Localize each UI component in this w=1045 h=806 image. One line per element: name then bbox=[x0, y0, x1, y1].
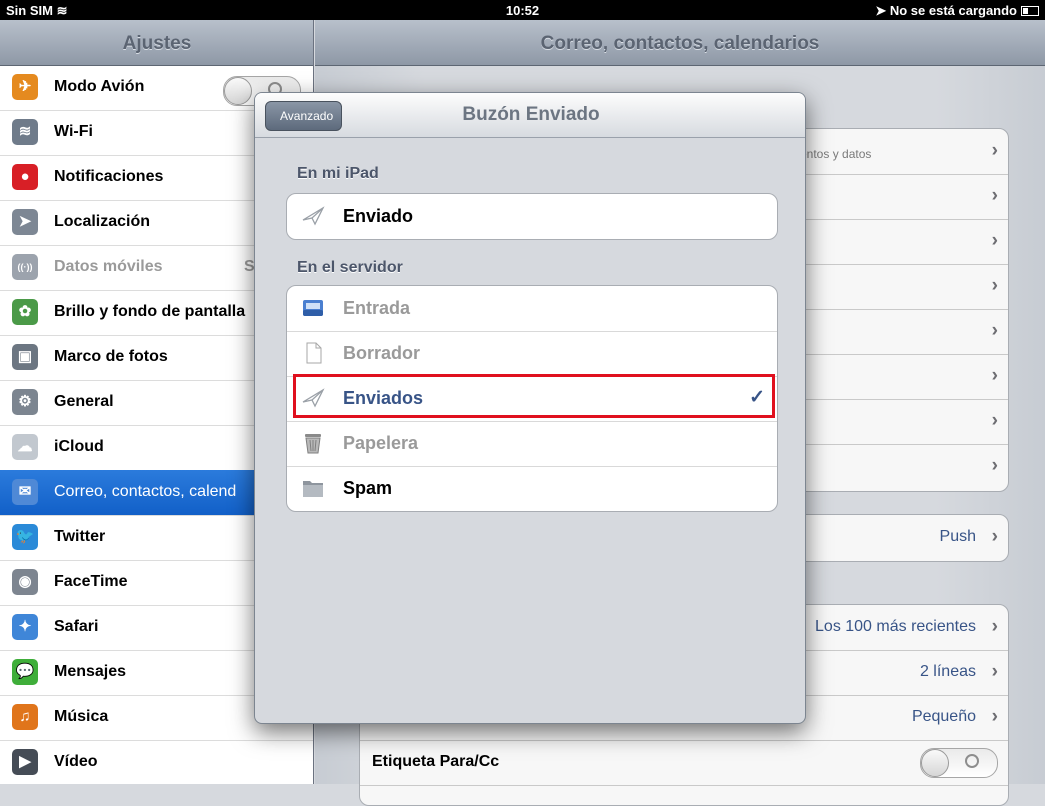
toggle-off-icon bbox=[965, 754, 979, 768]
mailbox-label: Entrada bbox=[343, 298, 411, 318]
mailbox-label: Papelera bbox=[343, 433, 419, 453]
section-header-server: En el servidor bbox=[297, 259, 403, 276]
status-bar: Sin SIM ≋ 10:52 ➤ No se está cargando bbox=[0, 0, 1045, 20]
chevron-right-icon: › bbox=[991, 526, 998, 547]
sidebar-navbar: Ajustes bbox=[0, 20, 313, 66]
sidebar-item-label: Datos móviles bbox=[54, 258, 163, 275]
wifi-icon: ≋ bbox=[12, 119, 38, 145]
show-value: Los 100 más recientes bbox=[815, 618, 976, 635]
mailbox-row-enviado[interactable]: Enviado bbox=[287, 194, 777, 239]
battery-icon bbox=[1021, 6, 1039, 16]
facetime-icon: ◉ bbox=[12, 569, 38, 595]
sidebar-item-label: Marco de fotos bbox=[54, 348, 168, 365]
fetch-value: Push bbox=[939, 528, 976, 545]
location-icon: ➤ bbox=[12, 209, 38, 235]
chevron-right-icon: › bbox=[991, 410, 998, 431]
charging-status: ➤ No se está cargando bbox=[875, 3, 1039, 19]
server-mailbox-group: Entrada Borrador Enviados ✓ Papelera Spam bbox=[286, 285, 778, 512]
section-header-local: En mi iPad bbox=[297, 165, 379, 182]
chevron-right-icon: › bbox=[991, 455, 998, 476]
inbox-icon bbox=[301, 296, 325, 320]
sidebar-item-label: iCloud bbox=[54, 438, 104, 455]
chevron-right-icon: › bbox=[991, 661, 998, 682]
paper-plane-icon bbox=[301, 204, 325, 228]
toggle-knob bbox=[224, 77, 252, 105]
brightness-icon: ✿ bbox=[12, 299, 38, 325]
toggle-knob bbox=[921, 749, 949, 777]
sidebar-item-label: Vídeo bbox=[54, 753, 98, 770]
folder-icon bbox=[301, 476, 325, 500]
chevron-right-icon: › bbox=[991, 365, 998, 386]
sidebar-item-label: Brillo y fondo de pantalla bbox=[54, 303, 246, 320]
gear-icon: ⚙ bbox=[12, 389, 38, 415]
video-icon: ▶ bbox=[12, 749, 38, 775]
popover-navbar: Avanzado Buzón Enviado bbox=[255, 93, 805, 138]
sidebar-item-label: Modo Avión bbox=[54, 78, 145, 95]
picture-frame-icon: ▣ bbox=[12, 344, 38, 370]
sidebar-item-label: General bbox=[54, 393, 114, 410]
chevron-right-icon: › bbox=[991, 616, 998, 637]
chevron-right-icon: › bbox=[991, 706, 998, 727]
sidebar-title: Ajustes bbox=[122, 33, 192, 54]
draft-icon bbox=[301, 341, 325, 365]
local-mailbox-group: Enviado bbox=[286, 193, 778, 240]
sidebar-item-label: Notificaciones bbox=[54, 168, 164, 185]
mailbox-row-spam[interactable]: Spam bbox=[287, 466, 777, 511]
airplane-icon: ✈ bbox=[12, 74, 38, 100]
sidebar-item-label: Safari bbox=[54, 618, 99, 635]
popover-title: Buzón Enviado bbox=[462, 104, 600, 125]
mailbox-label: Spam bbox=[343, 478, 393, 498]
messages-icon: 💬 bbox=[12, 659, 38, 685]
sent-mailbox-popover: Avanzado Buzón Enviado En mi iPad Enviad… bbox=[254, 92, 806, 724]
sidebar-item-label: Mensajes bbox=[54, 663, 127, 680]
chevron-right-icon: › bbox=[991, 230, 998, 251]
music-icon: ♫ bbox=[12, 704, 38, 730]
mailbox-row-enviados[interactable]: Enviados ✓ bbox=[287, 376, 777, 422]
twitter-icon: 🐦 bbox=[12, 524, 38, 550]
checkmark-icon: ✓ bbox=[749, 387, 765, 408]
account-subtitle: entos y datos bbox=[800, 147, 872, 161]
to-cc-toggle[interactable] bbox=[920, 748, 998, 778]
sidebar-item-label: Correo, contactos, calend bbox=[54, 483, 237, 500]
chevron-right-icon: › bbox=[991, 185, 998, 206]
sidebar-item-label: Música bbox=[54, 708, 109, 725]
mailbox-row-borrador[interactable]: Borrador bbox=[287, 331, 777, 377]
mail-icon: ✉ bbox=[12, 479, 38, 505]
sidebar-item-label: Localización bbox=[54, 213, 151, 230]
detail-title: Correo, contactos, calendarios bbox=[540, 33, 820, 54]
icloud-icon: ☁ bbox=[12, 434, 38, 460]
notifications-icon: ● bbox=[12, 164, 38, 190]
sidebar-item-label: FaceTime bbox=[54, 573, 128, 590]
mailbox-label: Enviados bbox=[343, 388, 424, 408]
mailbox-label: Borrador bbox=[343, 343, 421, 363]
trash-icon bbox=[301, 431, 325, 455]
sidebar-item-label: Twitter bbox=[54, 528, 106, 545]
detail-navbar: Correo, contactos, calendarios bbox=[315, 20, 1045, 66]
mailbox-row-papelera[interactable]: Papelera bbox=[287, 421, 777, 467]
mailbox-row-entrada[interactable]: Entrada bbox=[287, 286, 777, 332]
to-cc-label: Etiqueta Para/Cc bbox=[372, 753, 500, 770]
mailbox-label: Enviado bbox=[343, 206, 414, 226]
sidebar-item-video[interactable]: ▶ Vídeo bbox=[0, 740, 313, 784]
paper-plane-icon bbox=[301, 386, 325, 410]
preview-value: 2 líneas bbox=[919, 663, 976, 680]
sidebar-item-label: Wi-Fi bbox=[54, 123, 93, 140]
safari-icon: ✦ bbox=[12, 614, 38, 640]
chevron-right-icon: › bbox=[991, 320, 998, 341]
chevron-right-icon: › bbox=[991, 275, 998, 296]
to-cc-row: Etiqueta Para/Cc bbox=[360, 740, 1008, 786]
cellular-icon: ((·)) bbox=[12, 254, 38, 280]
chevron-right-icon: › bbox=[991, 140, 998, 161]
font-size-value: Pequeño bbox=[911, 708, 976, 725]
location-arrow-icon: ➤ bbox=[875, 3, 887, 18]
